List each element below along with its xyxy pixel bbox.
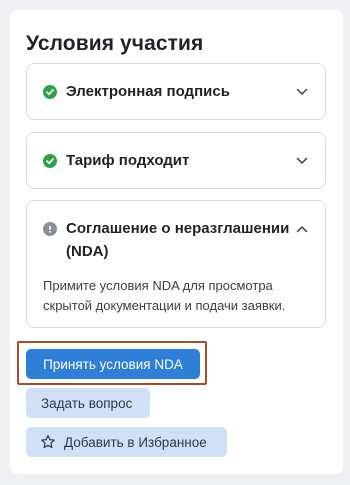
condition-card-signature[interactable]: Электронная подпись (26, 63, 326, 120)
ask-question-button[interactable]: Задать вопрос (26, 388, 150, 418)
condition-label: Электронная подпись (66, 83, 230, 100)
condition-label: Тариф подходит (66, 152, 190, 169)
condition-header[interactable]: Тариф подходит (43, 133, 309, 188)
condition-header[interactable]: Соглашение о неразглашении (NDA) (43, 217, 309, 263)
star-outline-icon (40, 434, 56, 450)
check-circle-icon (43, 84, 57, 99)
condition-card-nda[interactable]: Соглашение о неразглашении (NDA) Примите… (26, 200, 326, 328)
chevron-down-icon[interactable] (295, 154, 309, 168)
condition-card-tariff[interactable]: Тариф подходит (26, 132, 326, 189)
condition-header[interactable]: Электронная подпись (43, 64, 309, 119)
chevron-down-icon[interactable] (295, 85, 309, 99)
exclamation-circle-icon (43, 222, 57, 236)
add-to-favorites-button[interactable]: Добавить в Избранное (26, 427, 227, 457)
ask-question-label: Задать вопрос (41, 395, 133, 411)
primary-button-highlight: Принять условия NDA (17, 341, 207, 385)
add-to-favorites-label: Добавить в Избранное (64, 434, 207, 450)
condition-description: Примите условия NDA для просмотра скрыто… (43, 278, 286, 313)
check-circle-icon (43, 153, 57, 168)
condition-label: Соглашение о неразглашении (NDA) (66, 220, 290, 260)
accept-nda-button[interactable]: Принять условия NDA (26, 349, 200, 379)
participation-conditions-panel: Условия участия Электронная подпись Тари… (10, 10, 343, 474)
chevron-up-icon[interactable] (295, 222, 309, 236)
panel-title: Условия участия (26, 32, 204, 55)
